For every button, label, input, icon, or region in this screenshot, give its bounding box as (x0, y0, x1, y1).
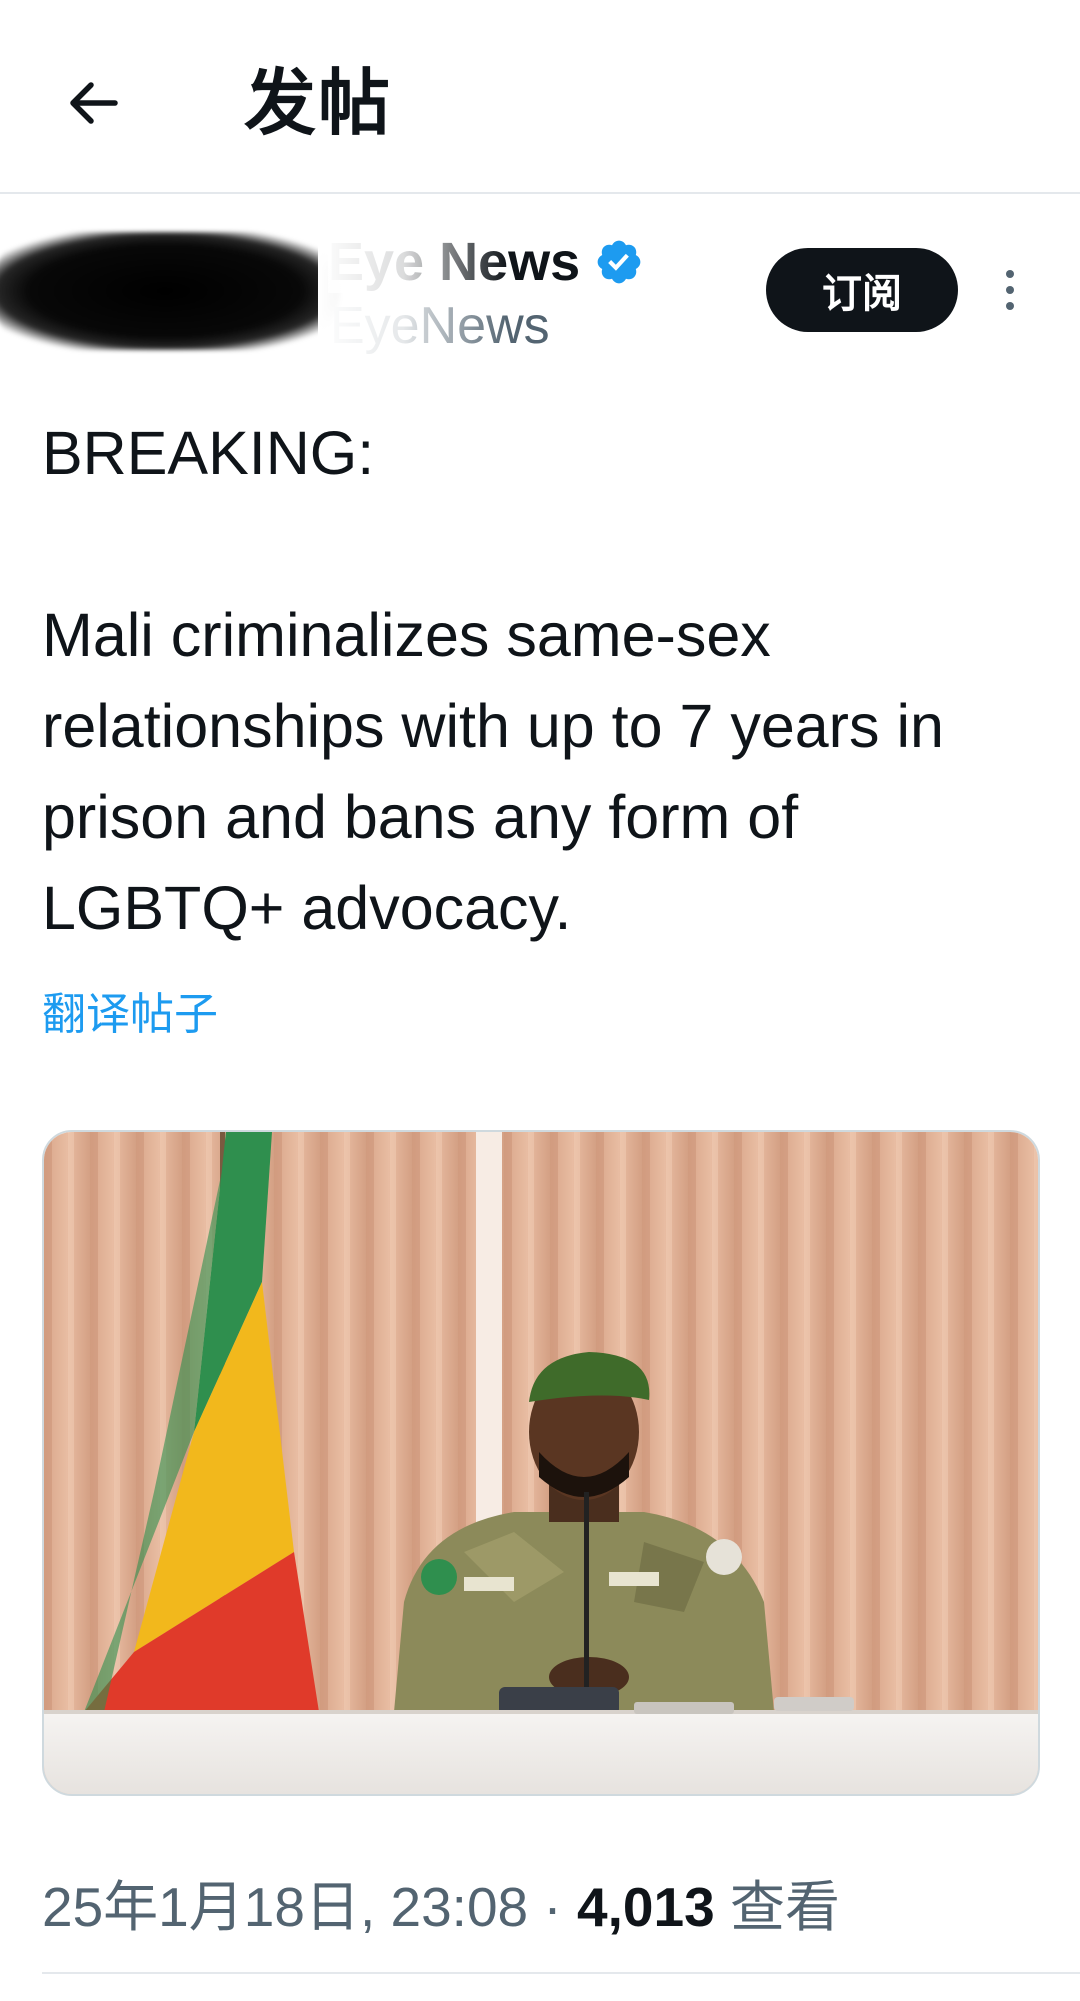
top-bar: 发帖 (0, 0, 1080, 194)
display-name-row[interactable]: Eye News (328, 230, 644, 294)
views-count: 4,013 (577, 1876, 715, 1938)
more-vertical-icon (1006, 270, 1014, 278)
avatar[interactable] (0, 232, 340, 350)
display-name[interactable]: Eye News (328, 231, 581, 293)
more-dot (1006, 286, 1014, 294)
verified-badge-icon (597, 240, 641, 284)
post-meta: 25年1月18日, 23:08 · 4,013 查看 (42, 1862, 840, 1942)
subscribe-button[interactable]: 订阅 (766, 248, 958, 332)
meta-separator: · (543, 1876, 562, 1938)
views-label: 查看 (729, 1875, 840, 1939)
author-row: Eye News EyeNews 订阅 (0, 200, 1080, 390)
author-handle[interactable]: EyeNews (330, 296, 550, 356)
more-dot (1006, 302, 1014, 310)
post-timestamp[interactable]: 25年1月18日, 23:08 (42, 1876, 528, 1938)
translate-post-link[interactable]: 翻译帖子 (42, 978, 218, 1042)
back-button[interactable] (58, 68, 128, 138)
page-title: 发帖 (244, 61, 393, 145)
divider (42, 1972, 1080, 1974)
more-options-button[interactable] (990, 260, 1030, 320)
post-text: BREAKING: Mali criminalizes same-sex rel… (42, 419, 944, 942)
post-image[interactable] (42, 1130, 1040, 1796)
photo-icon (44, 1132, 1038, 1794)
arrow-left-icon (70, 82, 118, 124)
